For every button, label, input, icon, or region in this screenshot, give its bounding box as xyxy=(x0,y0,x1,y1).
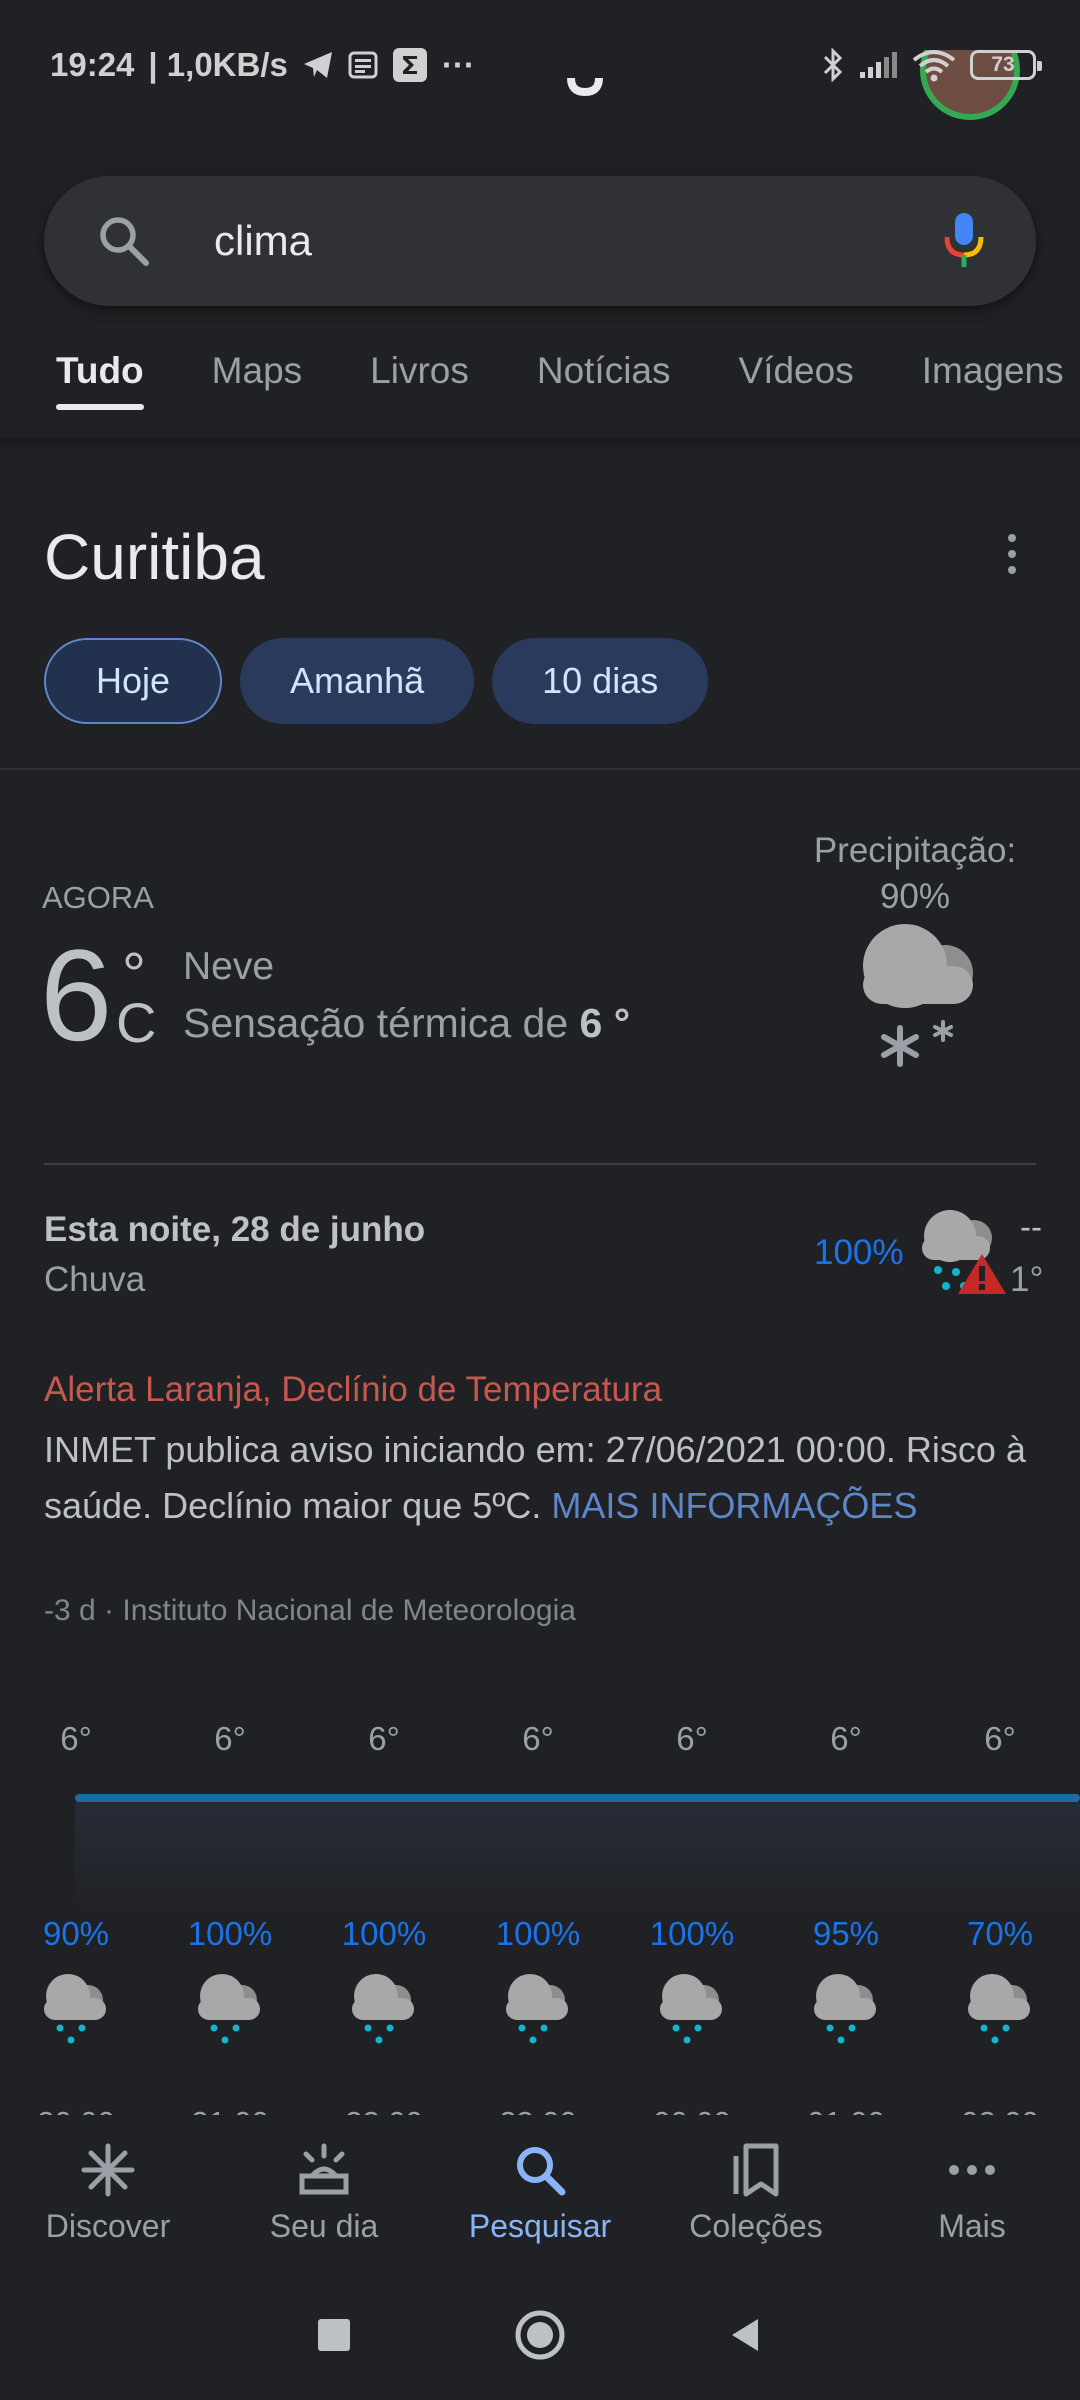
hourly-temp: 6° xyxy=(522,1720,554,1757)
sigma-app-icon xyxy=(392,47,428,83)
hourly-precipitation: 100% xyxy=(649,1915,735,1952)
rain-cloud-icon xyxy=(36,1970,116,2050)
rain-cloud-icon xyxy=(498,1970,578,2050)
nav-collections[interactable]: Coleções xyxy=(648,2115,864,2275)
tab-books[interactable]: Livros xyxy=(370,330,469,410)
hourly-precipitation: 95% xyxy=(812,1915,880,1952)
rain-cloud-icon xyxy=(806,1970,886,2050)
hourly-precipitation: 100% xyxy=(187,1915,273,1952)
search-tabs: Tudo Maps Livros Notícias Vídeos Imagens xyxy=(0,330,1080,440)
tab-videos[interactable]: Vídeos xyxy=(739,330,854,410)
tonight-title: Esta noite, 28 de junho xyxy=(44,1210,426,1249)
city-title: Curitiba xyxy=(44,521,265,593)
nav-discover-label: Discover xyxy=(45,2208,171,2244)
chip-10-days[interactable]: 10 dias xyxy=(492,638,709,724)
feels-like-prefix: Sensação térmica de xyxy=(183,1000,580,1046)
signal-icon xyxy=(858,50,898,80)
tab-maps[interactable]: Maps xyxy=(212,330,302,410)
snow-cloud-icon xyxy=(845,918,985,1068)
forecast-chips: Hoje Amanhã 10 dias xyxy=(44,638,709,724)
home-button[interactable] xyxy=(512,2307,568,2363)
hourly-precipitation: 100% xyxy=(495,1915,581,1952)
hourly-temp: 6° xyxy=(368,1720,400,1757)
more-notifications-icon: ··· xyxy=(441,46,475,83)
hourly-temp: 6° xyxy=(984,1720,1016,1757)
search-icon xyxy=(510,2140,570,2200)
system-navigation xyxy=(0,2270,1080,2400)
asterisk-icon xyxy=(78,2140,138,2200)
now-label: AGORA xyxy=(42,880,154,915)
wifi-icon xyxy=(912,48,956,82)
telegram-icon xyxy=(302,50,334,80)
nav-collections-label: Coleções xyxy=(689,2208,823,2244)
rain-cloud-icon xyxy=(344,1970,424,2050)
nav-discover[interactable]: Discover xyxy=(0,2115,216,2275)
back-button[interactable] xyxy=(718,2307,774,2363)
tab-all[interactable]: Tudo xyxy=(56,330,144,410)
search-input[interactable]: clima xyxy=(214,217,942,265)
status-time: 19:24 xyxy=(50,46,135,83)
bottom-navigation: Discover Seu dia Pesquisar Coleções Mais xyxy=(0,2115,1080,2275)
tab-images[interactable]: Imagens xyxy=(922,330,1064,410)
divider xyxy=(0,768,1080,770)
more-options-icon[interactable] xyxy=(1000,534,1024,574)
precipitation-value: 90% xyxy=(879,876,951,916)
alert-body: INMET publica aviso iniciando em: 27/06/… xyxy=(44,1422,1044,1534)
alert-source: -3 d · Instituto Nacional de Meteorologi… xyxy=(44,1594,576,1627)
more-info-link[interactable]: MAIS INFORMAÇÕES xyxy=(551,1485,917,1526)
temperature-area xyxy=(75,1802,1080,1912)
tonight-precipitation: 100% xyxy=(814,1233,904,1272)
current-condition: Neve xyxy=(183,945,275,988)
chip-tomorrow[interactable]: Amanhã xyxy=(240,638,475,724)
nav-your-day-label: Seu dia xyxy=(269,2208,379,2244)
precipitation-label: Precipitação: xyxy=(813,831,1017,870)
rain-cloud-icon xyxy=(960,1970,1040,2050)
rain-cloud-icon xyxy=(652,1970,732,2050)
tab-news[interactable]: Notícias xyxy=(537,330,671,410)
nav-your-day[interactable]: Seu dia xyxy=(216,2115,432,2275)
recents-button[interactable] xyxy=(306,2307,362,2363)
hourly-temp: 6° xyxy=(830,1720,862,1757)
temperature-line xyxy=(75,1794,1080,1802)
tonight-high: -- xyxy=(1020,1208,1042,1245)
rain-cloud-icon xyxy=(190,1970,270,2050)
nav-search[interactable]: Pesquisar xyxy=(432,2115,648,2275)
nav-more-label: Mais xyxy=(938,2208,1006,2244)
tabs-divider xyxy=(0,438,1080,452)
current-temperature: 6 xyxy=(40,922,113,1068)
tonight-condition: Chuva xyxy=(44,1260,146,1299)
bookmarks-icon xyxy=(726,2140,786,2200)
battery-indicator: 73 xyxy=(970,50,1042,80)
sunrise-icon xyxy=(294,2140,354,2200)
rain-warning-icon xyxy=(916,1210,1012,1300)
feels-like-value: 6 ° xyxy=(579,1000,631,1046)
hourly-precipitation: 70% xyxy=(966,1915,1034,1952)
nav-search-label: Pesquisar xyxy=(468,2208,612,2244)
network-speed: | 1,0KB/s xyxy=(148,46,288,83)
hourly-temp: 6° xyxy=(214,1720,246,1757)
more-icon xyxy=(942,2140,1002,2200)
temperature-unit[interactable]: C xyxy=(116,990,156,1055)
hourly-precipitation: 100% xyxy=(341,1915,427,1952)
hourly-temp: 6° xyxy=(60,1720,92,1757)
hourly-precipitation: 90% xyxy=(42,1915,110,1952)
hourly-temp: 6° xyxy=(676,1720,708,1757)
feels-like: Sensação térmica de 6 ° xyxy=(183,1000,630,1047)
hourly-forecast[interactable]: 6°90%20:006°100%21:006°100%22:006°100%23… xyxy=(0,1720,1080,2140)
alert-title[interactable]: Alerta Laranja, Declínio de Temperatura xyxy=(44,1370,662,1410)
chip-today[interactable]: Hoje xyxy=(44,638,223,724)
divider xyxy=(44,1163,1036,1165)
nav-more[interactable]: Mais xyxy=(864,2115,1080,2275)
status-bar: 19:24 | 1,0KB/s ··· 73 xyxy=(0,0,1080,130)
precipitation: Precipitação: 90% xyxy=(790,828,1040,919)
bluetooth-icon xyxy=(822,48,844,82)
news-icon xyxy=(348,51,378,79)
microphone-icon[interactable] xyxy=(942,211,986,271)
search-icon xyxy=(94,211,154,271)
search-bar[interactable]: clima xyxy=(44,176,1036,306)
tonight-low: 1° xyxy=(1010,1260,1044,1299)
